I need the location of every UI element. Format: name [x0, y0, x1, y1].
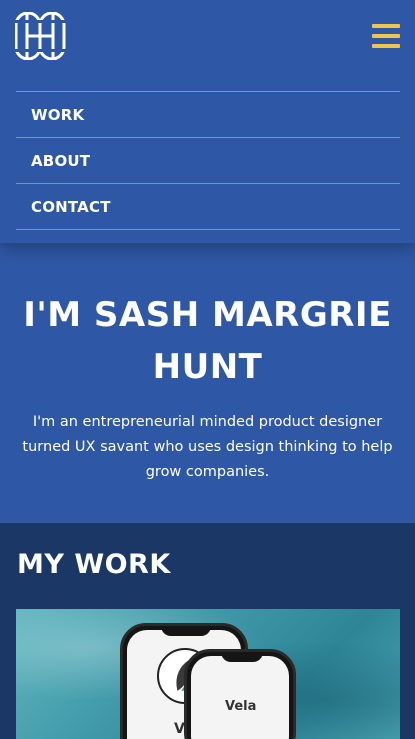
hero-description: I'm an entrepreneurial minded product de… [22, 414, 393, 480]
phone-screen: Vela [191, 656, 289, 739]
main-nav: WORK ABOUT CONTACT [16, 91, 400, 230]
menu-bar [372, 44, 400, 48]
hero-section: I'M SASH MARGRIE HUNT I'm an entrepreneu… [0, 243, 415, 523]
logo-icon[interactable] [15, 12, 67, 60]
menu-bar [372, 34, 400, 38]
nav-item-about[interactable]: ABOUT [16, 137, 400, 183]
app-label-front: Vela [225, 699, 257, 714]
nav-item-work[interactable]: WORK [16, 91, 400, 137]
phone-notch [221, 652, 263, 662]
phone-mockup-front: Vela [184, 649, 296, 739]
phone-notch [161, 626, 211, 636]
work-section: MY WORK Ve Vela [0, 523, 415, 739]
work-section-title: MY WORK [17, 549, 171, 580]
hero-title: I'M SASH MARGRIE HUNT [23, 295, 392, 387]
work-card-vela[interactable]: Ve Vela [16, 609, 400, 739]
nav-item-contact[interactable]: CONTACT [16, 183, 400, 230]
site-header: WORK ABOUT CONTACT [0, 0, 415, 243]
hamburger-menu-icon[interactable] [372, 24, 400, 48]
menu-bar [372, 24, 400, 28]
